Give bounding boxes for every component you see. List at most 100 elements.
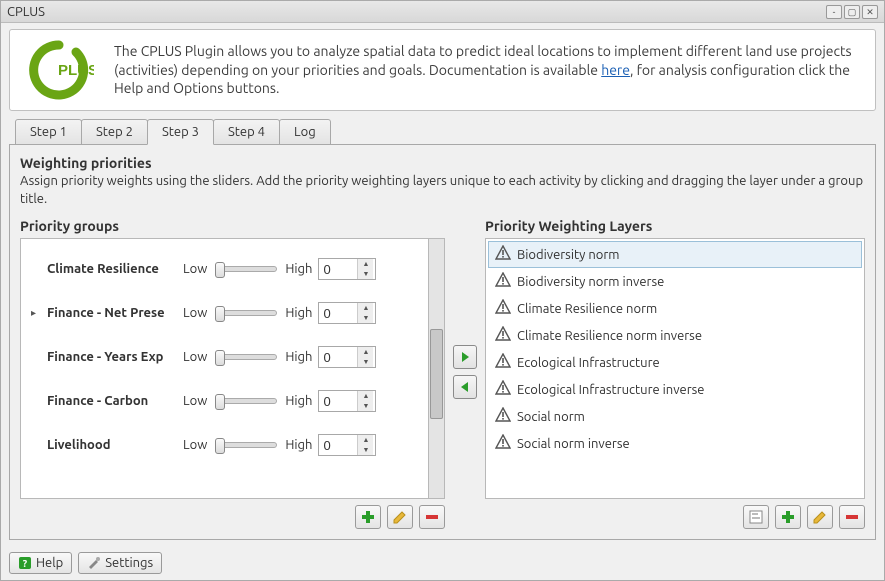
priority-groups-list: Climate ResilienceLowHigh▲▼▸Finance - Ne… <box>20 238 429 499</box>
high-label: High <box>285 438 312 452</box>
priority-group-row[interactable]: Finance - CarbonLowHigh▲▼ <box>31 379 422 423</box>
priority-layer-item[interactable]: Social norm inverse <box>488 430 862 457</box>
weight-spinbox[interactable]: ▲▼ <box>318 390 376 412</box>
slider-thumb[interactable] <box>215 438 225 454</box>
high-label: High <box>285 350 312 364</box>
weight-input[interactable] <box>319 304 357 323</box>
add-layer-button[interactable] <box>775 505 801 529</box>
priority-group-row[interactable]: LivelihoodLowHigh▲▼ <box>31 423 422 467</box>
high-label: High <box>285 306 312 320</box>
tab-step-2[interactable]: Step 2 <box>81 119 148 145</box>
weight-input[interactable] <box>319 392 357 411</box>
tab-bar: Step 1Step 2Step 3Step 4Log <box>15 119 876 145</box>
weight-spinbox[interactable]: ▲▼ <box>318 258 376 280</box>
warning-icon <box>495 299 511 318</box>
priority-layer-item[interactable]: Ecological Infrastructure <box>488 349 862 376</box>
slider-thumb[interactable] <box>215 350 225 366</box>
high-label: High <box>285 262 312 276</box>
warning-icon <box>495 407 511 426</box>
slider-thumb[interactable] <box>215 262 225 278</box>
priority-group-row[interactable]: Finance - Years ExpLowHigh▲▼ <box>31 335 422 379</box>
svg-text:PLUS: PLUS <box>58 62 94 79</box>
weight-slider[interactable] <box>215 310 277 316</box>
remove-layer-button[interactable] <box>839 505 865 529</box>
move-left-button[interactable] <box>453 375 477 399</box>
priority-group-row[interactable]: Climate Resilience Low High ▲▼ <box>31 247 422 291</box>
weight-spinbox[interactable]: ▲▼ <box>318 434 376 456</box>
priority-group-row[interactable]: ▸Finance - Net PreseLowHigh▲▼ <box>31 291 422 335</box>
spin-down[interactable]: ▼ <box>358 357 373 367</box>
weight-input[interactable] <box>319 260 357 279</box>
spin-up[interactable]: ▲ <box>358 347 373 357</box>
add-group-button[interactable] <box>355 505 381 529</box>
weight-spinbox[interactable]: ▲▼ <box>318 302 376 324</box>
weight-slider[interactable] <box>215 266 277 272</box>
low-label: Low <box>183 438 207 452</box>
spin-up[interactable]: ▲ <box>358 259 373 269</box>
warning-icon <box>495 326 511 345</box>
help-button-label: Help <box>36 556 63 570</box>
spin-down[interactable]: ▼ <box>358 445 373 455</box>
priority-layer-item[interactable]: Climate Resilience norm <box>488 295 862 322</box>
warning-icon <box>495 380 511 399</box>
spin-down[interactable]: ▼ <box>358 313 373 323</box>
remove-group-button[interactable] <box>419 505 445 529</box>
priority-layer-label: Biodiversity norm inverse <box>517 275 664 289</box>
warning-icon <box>495 245 511 264</box>
expand-icon[interactable]: ▸ <box>31 307 41 319</box>
tab-log[interactable]: Log <box>279 119 331 145</box>
priority-layer-item[interactable]: Climate Resilience norm inverse <box>488 322 862 349</box>
tab-step-1[interactable]: Step 1 <box>15 119 82 145</box>
spin-down[interactable]: ▼ <box>358 401 373 411</box>
priority-group-label: Climate Resilience <box>47 262 177 276</box>
intro-text: The CPLUS Plugin allows you to analyze s… <box>114 42 861 99</box>
priority-layers-title: Priority Weighting Layers <box>485 218 865 234</box>
weight-slider[interactable] <box>215 398 277 404</box>
move-right-button[interactable] <box>453 345 477 369</box>
priority-layer-item[interactable]: Biodiversity norm inverse <box>488 268 862 295</box>
priority-groups-scrollbar[interactable] <box>429 238 445 499</box>
minimize-button[interactable]: ‐ <box>826 5 842 19</box>
weight-slider[interactable] <box>215 354 277 360</box>
titlebar: CPLUS ‐ ▢ ✕ <box>1 1 884 23</box>
edit-layer-button[interactable] <box>807 505 833 529</box>
priority-layer-label: Climate Resilience norm inverse <box>517 329 702 343</box>
weight-spinbox[interactable]: ▲▼ <box>318 346 376 368</box>
content-area: PLUS The CPLUS Plugin allows you to anal… <box>1 23 884 546</box>
low-label: Low <box>183 350 207 364</box>
footer: ? Help Settings <box>1 546 884 580</box>
scrollbar-thumb[interactable] <box>430 329 443 419</box>
slider-thumb[interactable] <box>215 306 225 322</box>
spin-down[interactable]: ▼ <box>358 269 373 279</box>
intro-box: PLUS The CPLUS Plugin allows you to anal… <box>9 29 876 111</box>
layer-properties-button[interactable] <box>743 505 769 529</box>
priority-layers-list[interactable]: Biodiversity norm Biodiversity norm inver… <box>485 238 865 499</box>
cplus-window: CPLUS ‐ ▢ ✕ PLUS The CPLUS Plugin allows… <box>0 0 885 581</box>
spin-up[interactable]: ▲ <box>358 303 373 313</box>
slider-thumb[interactable] <box>215 394 225 410</box>
priority-layer-label: Social norm inverse <box>517 437 630 451</box>
tab-step-4[interactable]: Step 4 <box>213 119 280 145</box>
weight-slider[interactable] <box>215 442 277 448</box>
priority-layer-label: Social norm <box>517 410 585 424</box>
tab-panel-step3: Weighting priorities Assign priority wei… <box>9 144 876 540</box>
spin-up[interactable]: ▲ <box>358 391 373 401</box>
edit-group-button[interactable] <box>387 505 413 529</box>
priority-layer-item[interactable]: Ecological Infrastructure inverse <box>488 376 862 403</box>
help-button[interactable]: ? Help <box>9 552 72 574</box>
low-label: Low <box>183 306 207 320</box>
low-label: Low <box>183 262 207 276</box>
settings-button[interactable]: Settings <box>78 552 162 574</box>
priority-layers-toolbar <box>485 505 865 529</box>
tab-step-3[interactable]: Step 3 <box>147 119 214 145</box>
maximize-button[interactable]: ▢ <box>844 5 860 19</box>
spin-up[interactable]: ▲ <box>358 435 373 445</box>
priority-layer-item[interactable]: Social norm <box>488 403 862 430</box>
priority-area: Priority groups Climate ResilienceLowHig… <box>20 214 865 529</box>
documentation-link[interactable]: here <box>601 62 630 78</box>
window-title: CPLUS <box>7 5 45 19</box>
weight-input[interactable] <box>319 348 357 367</box>
close-button[interactable]: ✕ <box>862 5 878 19</box>
priority-layer-item[interactable]: Biodiversity norm <box>488 241 862 268</box>
weight-input[interactable] <box>319 436 357 455</box>
